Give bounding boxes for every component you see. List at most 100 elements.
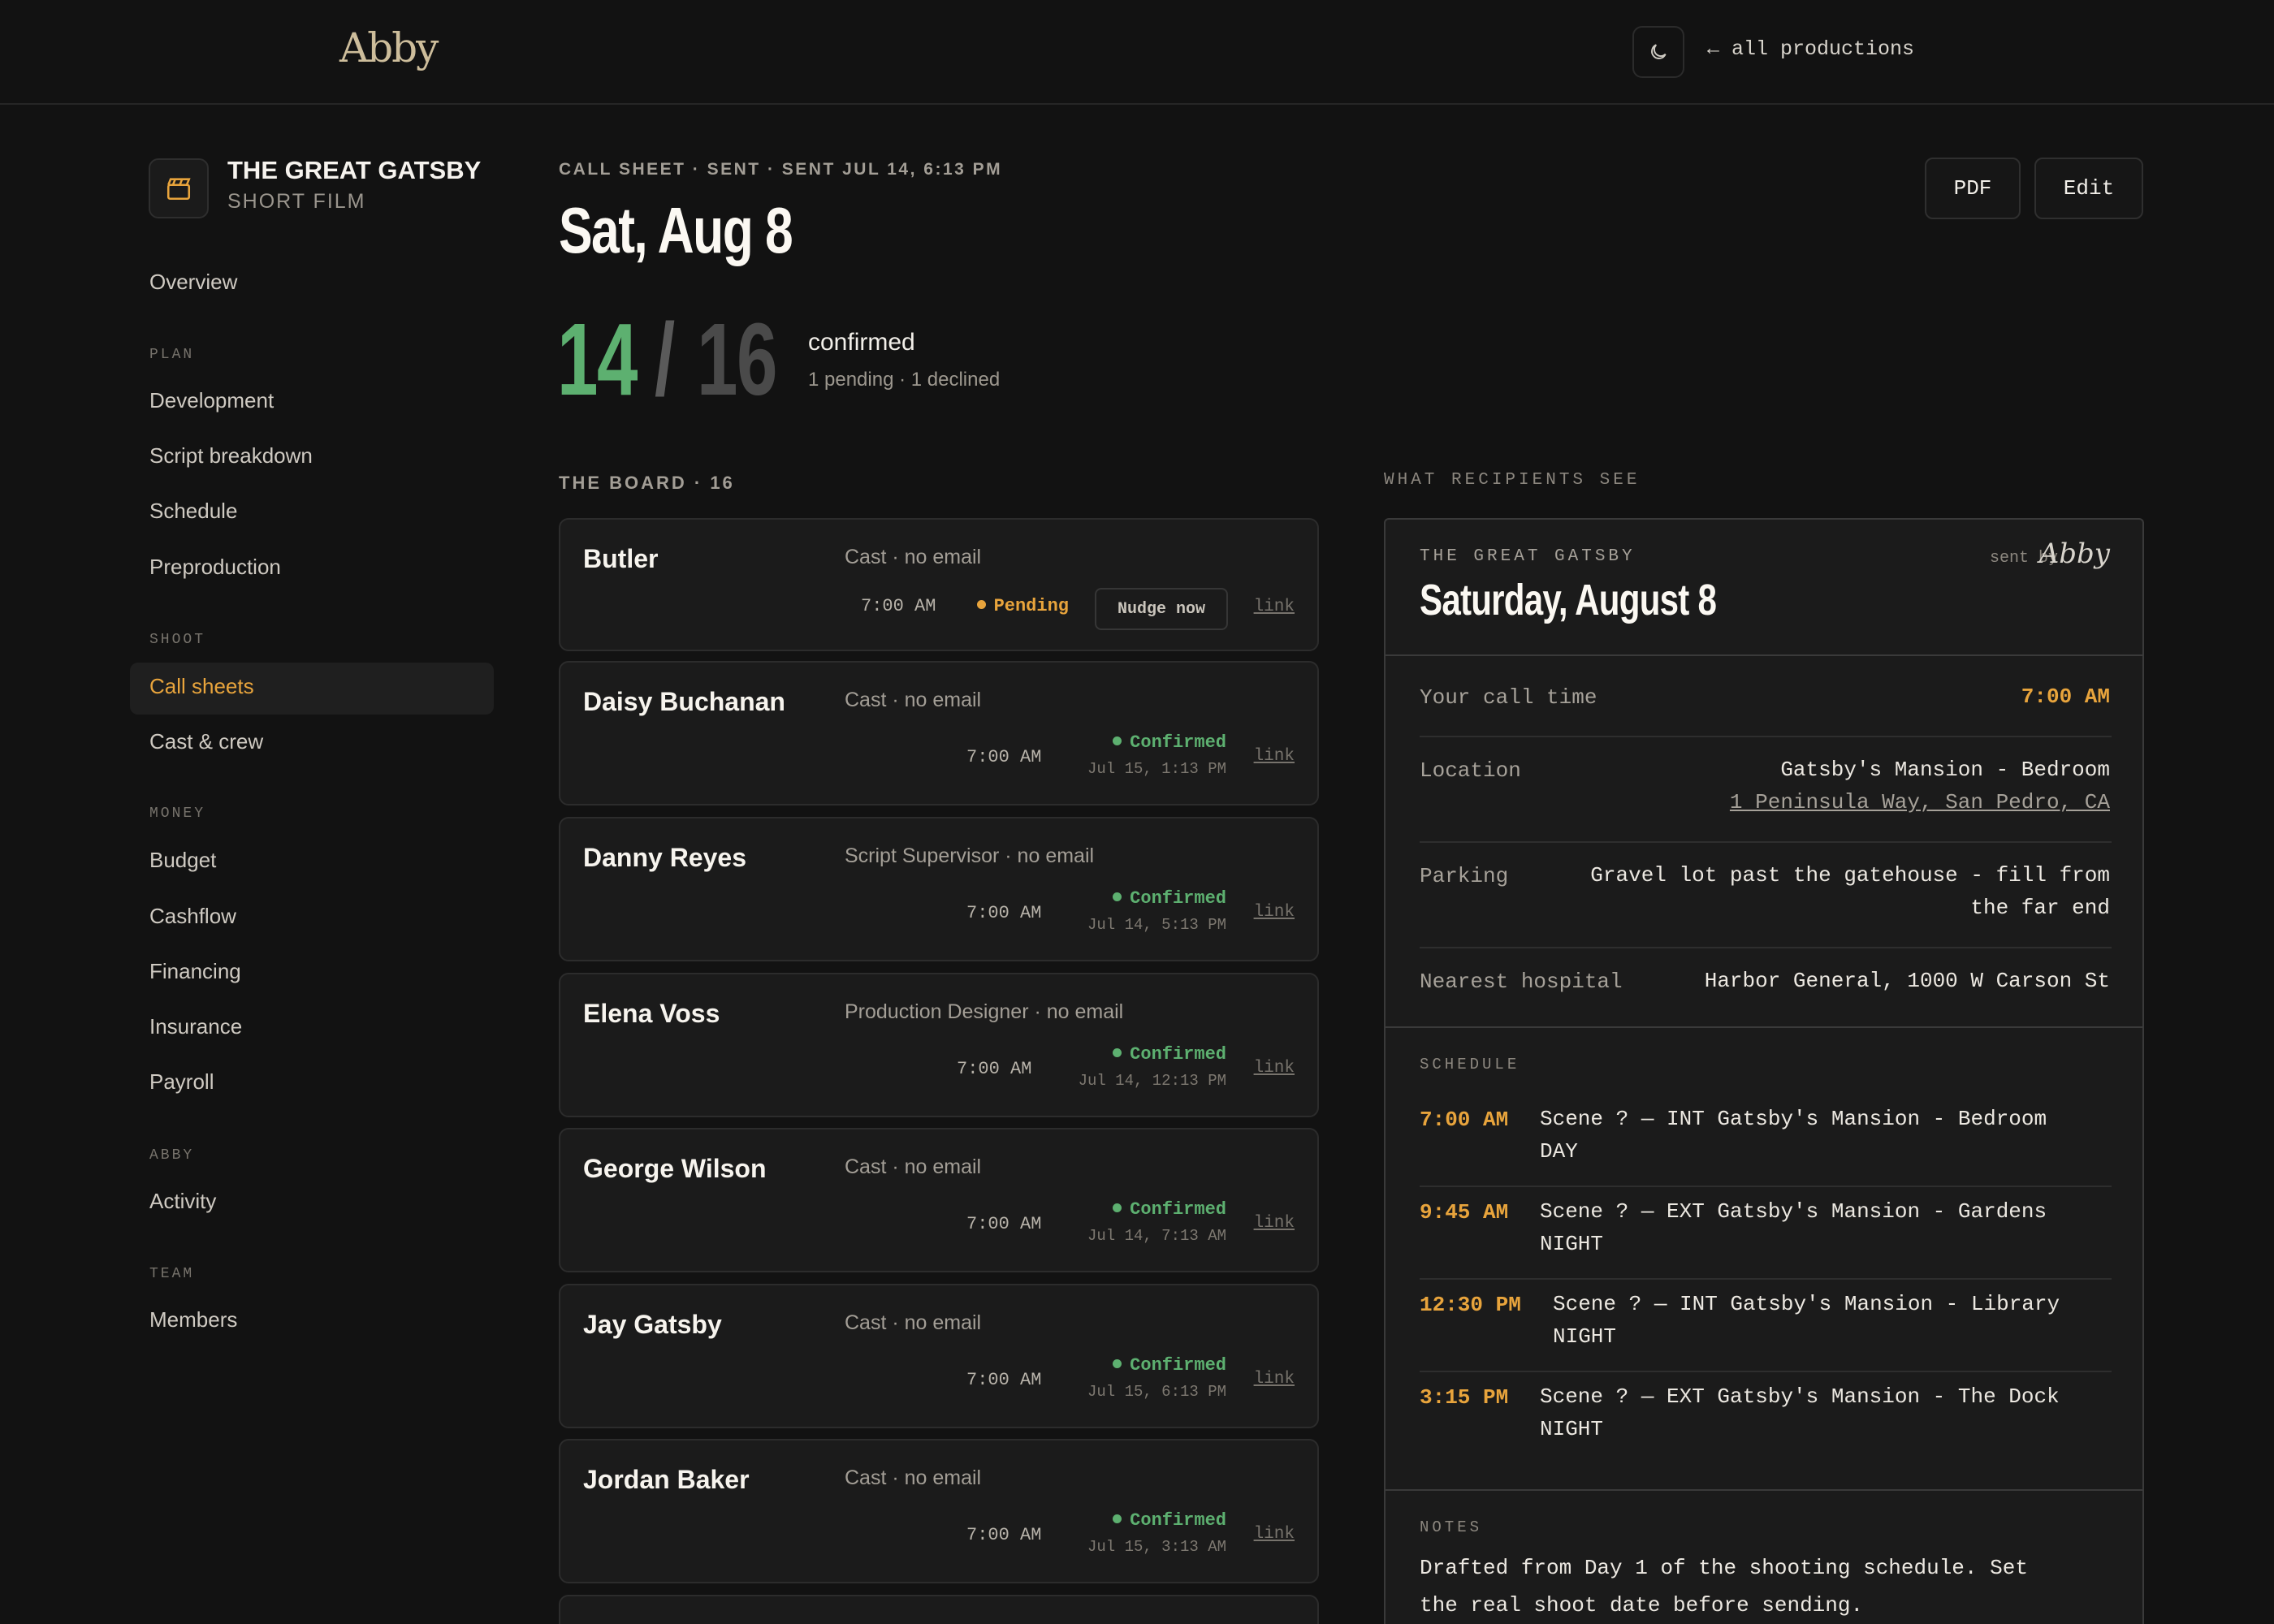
board-card[interactable]: Butler Cast · no email 7:00 AM Pending N… <box>559 518 1319 651</box>
person-name: Daisy Buchanan <box>583 687 785 716</box>
confirmed-label: confirmed <box>808 329 915 356</box>
board-card[interactable]: Jordan Baker Cast · no email 7:00 AM Con… <box>559 1439 1319 1583</box>
link-button[interactable]: link <box>1254 747 1295 766</box>
status-badge: Confirmed <box>1113 1044 1226 1065</box>
status-text: Confirmed <box>1130 888 1226 909</box>
board-card[interactable]: Jay Gatsby Cast · no email 7:00 AM Confi… <box>559 1284 1319 1428</box>
link-button[interactable]: link <box>1254 1059 1295 1078</box>
edit-button[interactable]: Edit <box>2034 158 2143 219</box>
link-button[interactable]: link <box>1254 1370 1295 1389</box>
sidebar-item-overview[interactable]: Overview <box>149 270 237 295</box>
schedule-time: 9:45 AM <box>1420 1200 1509 1224</box>
page-title: Sat, Aug 8 <box>559 194 793 266</box>
total-count: 16 <box>697 302 777 417</box>
divider <box>1420 1186 2112 1187</box>
clapperboard-icon <box>166 178 191 201</box>
confirmed-timestamp: Jul 15, 1:13 PM <box>1087 760 1226 778</box>
person-role: Cast · no email <box>845 1311 982 1334</box>
status-text: Confirmed <box>1130 1044 1226 1065</box>
link-button[interactable]: link <box>1254 598 1295 616</box>
status-badge: Confirmed <box>1113 1199 1226 1220</box>
call-time: 7:00 AM <box>957 1059 1032 1079</box>
board-card[interactable]: George Wilson Cast · no email 7:00 AM Co… <box>559 1128 1319 1272</box>
person-role: Cast · no email <box>845 546 982 568</box>
call-time-value: 7:00 AM <box>2021 685 2110 709</box>
board-card[interactable]: Elena Voss Production Designer · no emai… <box>559 973 1319 1117</box>
divider <box>1420 947 2112 948</box>
confirmed-timestamp: Jul 15, 6:13 PM <box>1087 1383 1226 1401</box>
status-dot <box>1113 1203 1122 1212</box>
sent-by-signature: Abby <box>2038 538 2110 570</box>
notes-heading: NOTES <box>1420 1518 1483 1536</box>
sidebar-item-activity[interactable]: Activity <box>149 1189 216 1214</box>
call-time: 7:00 AM <box>966 1525 1042 1545</box>
confirmed-breakdown: 1 pending · 1 declined <box>808 369 1001 391</box>
confirmed-timestamp: Jul 14, 7:13 AM <box>1087 1227 1226 1245</box>
board-card[interactable]: Danny Reyes Script Supervisor · no email… <box>559 817 1319 961</box>
recipient-preview: THE GREAT GATSBY sent by Abby Saturday, … <box>1384 518 2144 1624</box>
status-badge: Confirmed <box>1113 1510 1226 1531</box>
schedule-period: NIGHT <box>1540 1417 1604 1441</box>
status-dot <box>1113 1358 1122 1368</box>
parking-label: Parking <box>1420 864 1509 888</box>
sidebar-item-call-sheets[interactable]: Call sheets <box>149 674 254 699</box>
confirmed-count: 14 <box>557 302 638 417</box>
sidebar-section-shoot: SHOOT <box>149 632 206 648</box>
sidebar-section-abby: ABBY <box>149 1147 195 1164</box>
sidebar-item-development[interactable]: Development <box>149 388 274 413</box>
sidebar-item-cashflow[interactable]: Cashflow <box>149 904 236 929</box>
status-text: Confirmed <box>1130 1199 1226 1220</box>
sidebar-item-payroll[interactable]: Payroll <box>149 1069 214 1095</box>
divider <box>1420 736 2112 737</box>
person-name: Elena Voss <box>583 999 720 1028</box>
call-time-label: Your call time <box>1420 685 1597 710</box>
confirmed-timestamp: Jul 14, 5:13 PM <box>1087 916 1226 934</box>
person-role: Script Supervisor · no email <box>845 844 1095 867</box>
divider <box>1386 1489 2142 1491</box>
person-role: Production Designer · no email <box>845 1000 1124 1023</box>
schedule-scene: Scene ? — INT Gatsby's Mansion - Library <box>1553 1292 2060 1316</box>
schedule-period: NIGHT <box>1553 1324 1617 1349</box>
all-productions-link[interactable]: ← all productions <box>1707 37 1914 61</box>
hospital-label: Nearest hospital <box>1420 970 1623 994</box>
status-badge: Confirmed <box>1113 732 1226 753</box>
pdf-button[interactable]: PDF <box>1925 158 2021 219</box>
call-time: 7:00 AM <box>966 1214 1042 1234</box>
board-title: THE BOARD · 16 <box>559 473 735 493</box>
person-role: Cast · no email <box>845 1155 982 1178</box>
person-role: Cast · no email <box>845 1466 982 1489</box>
schedule-time: 7:00 AM <box>1420 1108 1509 1132</box>
abby-logo[interactable]: Abby <box>339 24 439 71</box>
preview-production: THE GREAT GATSBY <box>1420 547 1636 566</box>
divider <box>1420 841 2112 843</box>
sidebar-section-team: TEAM <box>149 1266 195 1282</box>
status-text: Confirmed <box>1130 1355 1226 1376</box>
sidebar-item-insurance[interactable]: Insurance <box>149 1014 242 1039</box>
sidebar-section-plan: PLAN <box>149 347 195 363</box>
sidebar-item-budget[interactable]: Budget <box>149 848 216 873</box>
sidebar-item-script-breakdown[interactable]: Script breakdown <box>149 443 313 469</box>
link-button[interactable]: link <box>1254 1525 1295 1544</box>
person-name: Butler <box>583 544 659 573</box>
theme-toggle-button[interactable] <box>1632 26 1684 78</box>
sidebar-item-financing[interactable]: Financing <box>149 959 241 984</box>
divider <box>1420 1371 2112 1372</box>
divider <box>1386 1026 2142 1028</box>
link-button[interactable]: link <box>1254 903 1295 922</box>
board-card[interactable] <box>559 1595 1319 1624</box>
status-dot <box>1113 1514 1122 1523</box>
nudge-now-button[interactable]: Nudge now <box>1095 588 1228 630</box>
location-label: Location <box>1420 758 1521 783</box>
top-bar: Abby ← all productions <box>0 0 2274 105</box>
schedule-period: DAY <box>1540 1139 1578 1164</box>
production-icon-box <box>149 158 209 218</box>
link-button[interactable]: link <box>1254 1214 1295 1233</box>
sidebar-item-members[interactable]: Members <box>149 1307 237 1332</box>
board-card[interactable]: Daisy Buchanan Cast · no email 7:00 AM C… <box>559 661 1319 806</box>
sidebar-item-preproduction[interactable]: Preproduction <box>149 555 281 580</box>
sidebar-item-schedule[interactable]: Schedule <box>149 499 237 524</box>
status-dot <box>1113 1047 1122 1057</box>
sidebar-item-cast-crew[interactable]: Cast & crew <box>149 729 263 754</box>
location-address-link[interactable]: 1 Peninsula Way, San Pedro, CA <box>1730 786 2110 818</box>
status-badge: Confirmed <box>1113 1355 1226 1376</box>
